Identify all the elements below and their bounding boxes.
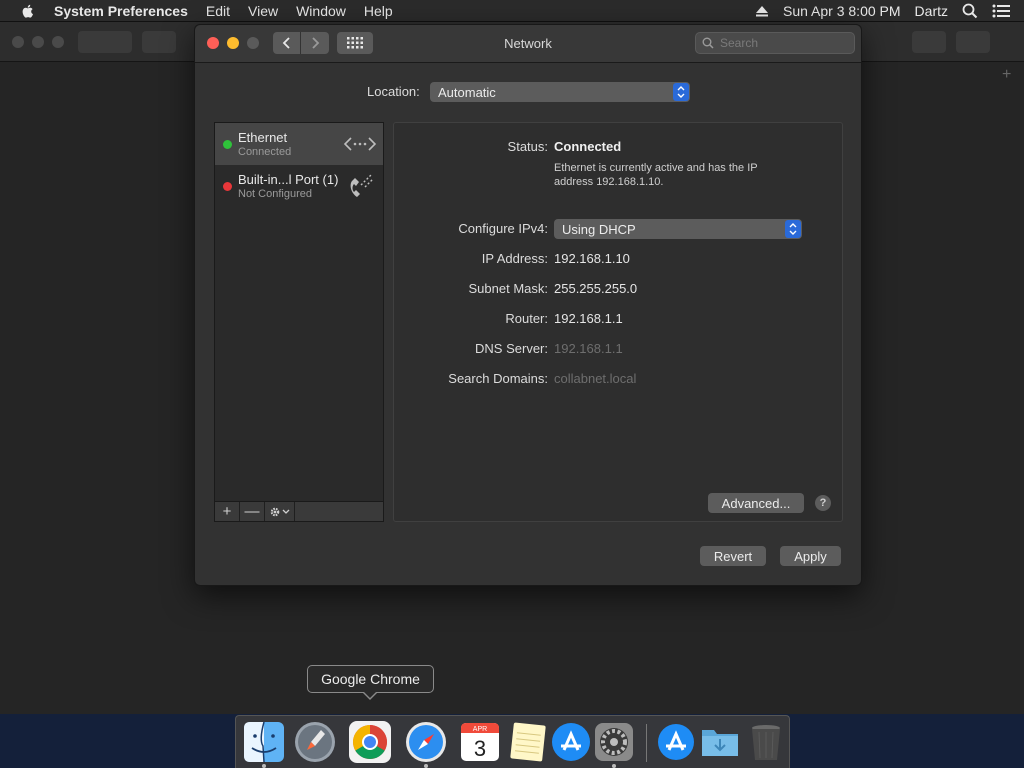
popup-arrows-icon — [785, 220, 801, 238]
status-dot-red — [223, 182, 232, 191]
notification-center-icon[interactable] — [992, 4, 1010, 18]
menu-edit[interactable]: Edit — [206, 3, 230, 19]
background-minimize-button[interactable] — [32, 36, 44, 48]
downloads-folder-icon[interactable] — [698, 720, 742, 764]
system-preferences-running-indicator — [612, 764, 616, 768]
configure-ipv4-label: Configure IPv4: — [458, 221, 548, 236]
safari-icon[interactable] — [404, 720, 448, 764]
background-window-traffic-lights — [12, 36, 64, 48]
search-field[interactable] — [695, 32, 855, 54]
service-item-ethernet[interactable]: Ethernet Connected — [215, 123, 383, 165]
background-close-button[interactable] — [12, 36, 24, 48]
remove-service-button[interactable]: — — [240, 502, 265, 521]
service-status: Connected — [238, 146, 292, 158]
background-nav-buttons[interactable] — [78, 31, 132, 53]
service-item-builtin-port[interactable]: Built-in...l Port (1) Not Configured — [215, 165, 383, 207]
finder-running-indicator — [262, 764, 266, 768]
search-icon — [702, 37, 714, 49]
background-share-button[interactable] — [912, 31, 946, 53]
safari-running-indicator — [424, 764, 428, 768]
notes-icon[interactable] — [506, 720, 550, 764]
background-new-tab-icon[interactable]: + — [1002, 66, 1024, 88]
status-label: Status: — [507, 139, 548, 154]
search-input[interactable] — [720, 36, 840, 50]
help-button[interactable]: ? — [815, 495, 831, 511]
system-preferences-icon[interactable] — [592, 720, 636, 764]
menu-view[interactable]: View — [248, 3, 278, 19]
tooltip-tail-inner — [363, 691, 377, 698]
apple-menu-icon[interactable] — [20, 3, 36, 19]
calendar-icon[interactable]: APR 3 — [458, 720, 502, 764]
background-zoom-button[interactable] — [52, 36, 64, 48]
menu-app-name[interactable]: System Preferences — [54, 3, 188, 19]
service-status: Not Configured — [238, 188, 312, 200]
apply-button[interactable]: Apply — [780, 546, 841, 566]
status-description: Ethernet is currently active and has the… — [554, 162, 758, 188]
subnet-mask-label: Subnet Mask: — [468, 281, 549, 296]
background-sidebar-button[interactable] — [142, 31, 176, 53]
popup-arrows-icon — [673, 83, 689, 101]
configure-ipv4-popup[interactable]: Using DHCP — [554, 219, 802, 239]
launchpad-icon[interactable] — [293, 720, 337, 764]
dock-tooltip: Google Chrome — [307, 665, 434, 693]
applications-folder-icon[interactable] — [654, 720, 698, 764]
ip-address-label: IP Address: — [481, 251, 548, 266]
dns-server-value: 192.168.1.1 — [554, 341, 623, 356]
chevron-down-icon — [282, 509, 290, 514]
revert-button[interactable]: Revert — [700, 546, 766, 566]
service-list-toolbar: + — — [214, 501, 384, 522]
service-list: Ethernet Connected Built-in...l Port (1)… — [214, 122, 384, 522]
location-popup[interactable]: Automatic — [430, 82, 690, 102]
ethernet-icon — [343, 137, 377, 151]
gear-icon — [270, 507, 280, 516]
menu-help[interactable]: Help — [364, 3, 393, 19]
menubar-user[interactable]: Dartz — [915, 3, 948, 19]
service-name: Built-in...l Port (1) — [238, 172, 339, 187]
dock: APR 3 — [235, 715, 790, 768]
calendar-day: 3 — [474, 736, 486, 761]
service-name: Ethernet — [238, 130, 288, 145]
configure-ipv4-value: Using DHCP — [562, 221, 636, 237]
app-store-icon[interactable] — [549, 720, 593, 764]
subnet-mask-value: 255.255.255.0 — [554, 281, 638, 296]
calendar-month: APR — [473, 726, 487, 733]
status-value: Connected — [554, 139, 622, 154]
search-domains-label: Search Domains: — [448, 371, 548, 386]
dns-server-label: DNS Server: — [475, 341, 548, 356]
finder-icon[interactable] — [242, 720, 286, 764]
location-label: Location: — [367, 84, 420, 99]
spotlight-search-icon[interactable] — [962, 3, 978, 19]
ip-address-value: 192.168.1.10 — [554, 251, 630, 266]
router-label: Router: — [505, 311, 548, 326]
phone-modem-icon — [350, 174, 374, 197]
menu-bar: System Preferences Edit View Window Help… — [0, 0, 1024, 22]
add-service-button[interactable]: + — [215, 502, 240, 521]
service-actions-button[interactable] — [265, 502, 295, 521]
advanced-button[interactable]: Advanced... — [708, 493, 804, 513]
search-domains-value: collabnet.local — [554, 371, 637, 386]
status-dot-green — [223, 140, 232, 149]
router-value: 192.168.1.1 — [554, 311, 623, 326]
dock-separator — [646, 724, 647, 762]
service-detail-pane: Status: Connected Ethernet is currently … — [393, 122, 843, 522]
background-tabs-button[interactable] — [956, 31, 990, 53]
trash-icon[interactable] — [744, 720, 788, 764]
network-window: Network Location: Automatic Ethernet Con… — [194, 24, 862, 586]
menu-window[interactable]: Window — [296, 3, 346, 19]
eject-icon[interactable] — [755, 4, 769, 18]
google-chrome-icon[interactable] — [348, 720, 392, 764]
location-value: Automatic — [438, 84, 496, 100]
menubar-clock[interactable]: Sun Apr 3 8:00 PM — [783, 3, 901, 19]
